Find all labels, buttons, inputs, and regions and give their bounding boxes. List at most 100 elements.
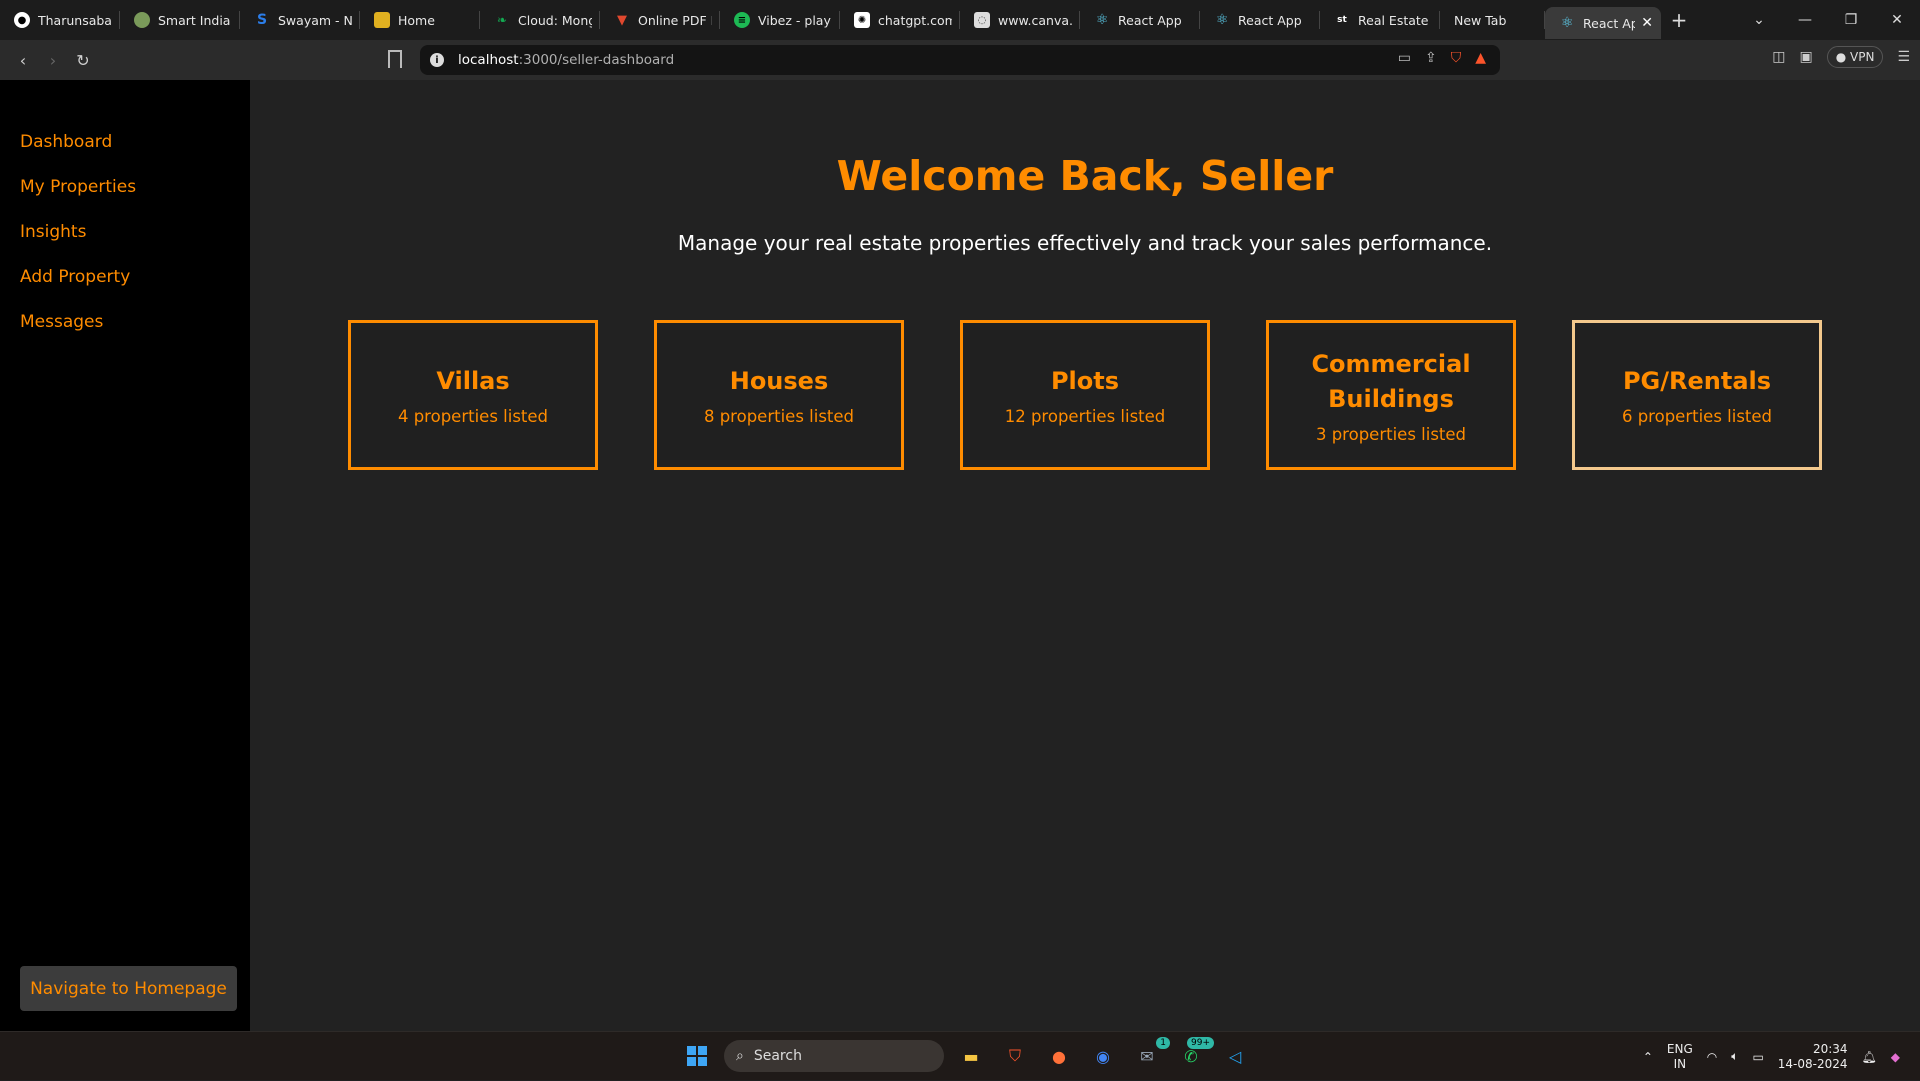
- sidebar-item-my-properties[interactable]: My Properties: [0, 165, 250, 210]
- card-title: Houses: [729, 367, 829, 395]
- address-bar[interactable]: i localhost:3000/seller-dashboard ▭ ⇪ ⛉ …: [420, 45, 1500, 75]
- system-tray: ⌃ ENG IN ◠ 🔈︎ ▭ 20:34 14-08-2024 🔔︎ ◆: [1643, 1032, 1900, 1081]
- forward-icon[interactable]: ›: [38, 51, 68, 70]
- vscode-icon[interactable]: ◁: [1218, 1039, 1252, 1073]
- browser-tab[interactable]: ⚛ React App: [1080, 0, 1200, 40]
- new-tab-button[interactable]: +: [1661, 0, 1697, 40]
- wallet-icon[interactable]: ▣: [1799, 49, 1812, 65]
- wifi-icon[interactable]: ◠: [1707, 1050, 1717, 1064]
- notification-bell-icon[interactable]: 🔔︎: [1862, 1050, 1877, 1064]
- sidebar-item-add-property[interactable]: Add Property: [0, 255, 250, 300]
- close-tab-icon[interactable]: ✕: [1641, 15, 1653, 31]
- sidebar-item-insights[interactable]: Insights: [0, 210, 250, 255]
- browser-tab[interactable]: Home: [360, 0, 480, 40]
- card-title: Villas: [436, 367, 510, 395]
- bookmark-icon[interactable]: [388, 50, 402, 68]
- seller-dashboard-page: Dashboard My Properties Insights Add Pro…: [0, 80, 1920, 1031]
- spotify-icon: ≡: [734, 12, 750, 28]
- menu-icon[interactable]: ☰: [1897, 49, 1910, 65]
- battery-icon[interactable]: ▭: [1752, 1050, 1763, 1064]
- minimize-icon[interactable]: —: [1782, 12, 1828, 28]
- tab-title: chatgpt.com: [878, 12, 952, 28]
- volume-icon[interactable]: 🔈︎: [1731, 1049, 1738, 1064]
- browser-tab[interactable]: ⚛ React App: [1200, 0, 1320, 40]
- tab-title: Tharunsabari: [38, 12, 112, 28]
- sidebar-item-messages[interactable]: Messages: [0, 300, 250, 345]
- file-explorer-icon[interactable]: ▬: [954, 1039, 988, 1073]
- tab-title: Home: [398, 12, 435, 28]
- firefox-icon[interactable]: ●: [1042, 1039, 1076, 1073]
- address-bar-icons: ▭ ⇪ ⛉ ▲: [1398, 50, 1486, 66]
- tab-title: React App: [1238, 12, 1302, 28]
- page-title: Welcome Back, Seller: [836, 152, 1334, 200]
- sidebar-item-dashboard[interactable]: Dashboard: [0, 120, 250, 165]
- mail-icon[interactable]: ✉ 1: [1130, 1037, 1170, 1073]
- react-icon: ⚛: [1095, 12, 1109, 28]
- browser-toolbar: ‹ › ↻ i localhost:3000/seller-dashboard …: [0, 40, 1920, 80]
- sidebar-nav: Dashboard My Properties Insights Add Pro…: [0, 80, 250, 345]
- language-indicator[interactable]: ENG IN: [1667, 1042, 1693, 1072]
- site-icon: st: [1337, 15, 1347, 25]
- taskbar-search[interactable]: ⌕ Search: [724, 1040, 944, 1072]
- clock-time: 20:34: [1812, 1041, 1848, 1056]
- site-info-icon[interactable]: i: [430, 53, 444, 67]
- browser-tab[interactable]: ❧ Cloud: Mong: [480, 0, 600, 40]
- browser-tab-strip: ● Tharunsabari Smart India H S Swayam - NP…: [0, 0, 1920, 40]
- browser-tab[interactable]: ✺ chatgpt.com: [840, 0, 960, 40]
- whatsapp-icon[interactable]: ✆ 99+: [1174, 1037, 1214, 1073]
- clock[interactable]: 20:34 14-08-2024: [1778, 1042, 1848, 1072]
- url-host: localhost: [458, 52, 519, 68]
- card-count: 12 properties listed: [1004, 407, 1166, 426]
- url-path: :3000/seller-dashboard: [518, 52, 675, 68]
- card-count: 3 properties listed: [1315, 424, 1467, 444]
- browser-tab[interactable]: ≡ Vibez - playli: [720, 0, 840, 40]
- vpn-button[interactable]: ● VPN: [1826, 46, 1884, 68]
- browser-right-tools: ◫ ▣ ● VPN ☰: [1772, 46, 1910, 68]
- browser-tab[interactable]: S Swayam - NP: [240, 0, 360, 40]
- home-icon: [374, 12, 390, 28]
- category-card-commercial-buildings[interactable]: Commercial Buildings 3 properties listed: [1266, 320, 1516, 470]
- taskbar-apps: ⌕ Search ▬ ⛉ ● ◉ ✉ 1 ✆ 99+ ◁: [680, 1037, 1252, 1073]
- taskbar-search-label: Search: [753, 1048, 802, 1064]
- reload-icon[interactable]: ↻: [68, 51, 98, 70]
- tray-overflow-icon[interactable]: ⌃: [1643, 1050, 1653, 1064]
- page-subtitle: Manage your real estate properties effec…: [677, 231, 1493, 255]
- chrome-icon[interactable]: ◉: [1086, 1039, 1120, 1073]
- browser-tab[interactable]: Smart India H: [120, 0, 240, 40]
- tab-title: Cloud: Mong: [518, 12, 592, 28]
- navigate-home-button[interactable]: Navigate to Homepage: [20, 966, 237, 1011]
- category-card-plots[interactable]: Plots 12 properties listed: [960, 320, 1210, 470]
- card-title: PG/Rentals: [1622, 367, 1772, 395]
- tab-title: React App: [1118, 12, 1182, 28]
- brave-rewards-icon[interactable]: ▲: [1475, 50, 1486, 66]
- copilot-icon[interactable]: ◆: [1891, 1050, 1900, 1064]
- browser-tab[interactable]: New Tab: [1440, 0, 1545, 40]
- back-icon[interactable]: ‹: [8, 51, 38, 70]
- tab-title: Vibez - playli: [758, 12, 832, 28]
- browser-tab[interactable]: ▼ Online PDF E: [600, 0, 720, 40]
- search-icon: ⌕: [736, 1048, 744, 1064]
- github-icon: ●: [14, 12, 30, 28]
- category-card-villas[interactable]: Villas 4 properties listed: [348, 320, 598, 470]
- browser-tab-active[interactable]: ⚛ React Ap ✕: [1545, 7, 1661, 39]
- brave-shields-icon[interactable]: ⛉: [1451, 50, 1462, 66]
- windows-taskbar: ⌕ Search ▬ ⛉ ● ◉ ✉ 1 ✆ 99+ ◁ ⌃ ENG IN ◠ 🔈︎ ▭…: [0, 1031, 1920, 1080]
- main-content: Welcome Back, Seller Manage your real es…: [250, 80, 1920, 1031]
- tab-search-icon[interactable]: ⌄: [1736, 12, 1782, 28]
- restore-icon[interactable]: ❐: [1828, 12, 1874, 28]
- mongo-leaf-icon: ❧: [496, 13, 508, 27]
- brave-browser-icon[interactable]: ⛉: [998, 1039, 1032, 1073]
- chatgpt-icon: ✺: [854, 12, 870, 28]
- windows-start-icon[interactable]: [680, 1039, 714, 1073]
- category-card-houses[interactable]: Houses 8 properties listed: [654, 320, 904, 470]
- share-icon[interactable]: ⇪: [1425, 50, 1437, 66]
- browser-tab[interactable]: ● Tharunsabari: [0, 0, 120, 40]
- cast-icon[interactable]: ▭: [1398, 50, 1411, 66]
- browser-tab[interactable]: st Real Estate B: [1320, 0, 1440, 40]
- card-title: Plots: [1050, 367, 1120, 395]
- browser-tab[interactable]: ◌ www.canva.c: [960, 0, 1080, 40]
- close-window-icon[interactable]: ✕: [1874, 12, 1920, 28]
- sidebar-toggle-icon[interactable]: ◫: [1772, 49, 1785, 65]
- swayam-icon: S: [256, 12, 268, 28]
- category-card-pg-rentals[interactable]: PG/Rentals 6 properties listed: [1572, 320, 1822, 470]
